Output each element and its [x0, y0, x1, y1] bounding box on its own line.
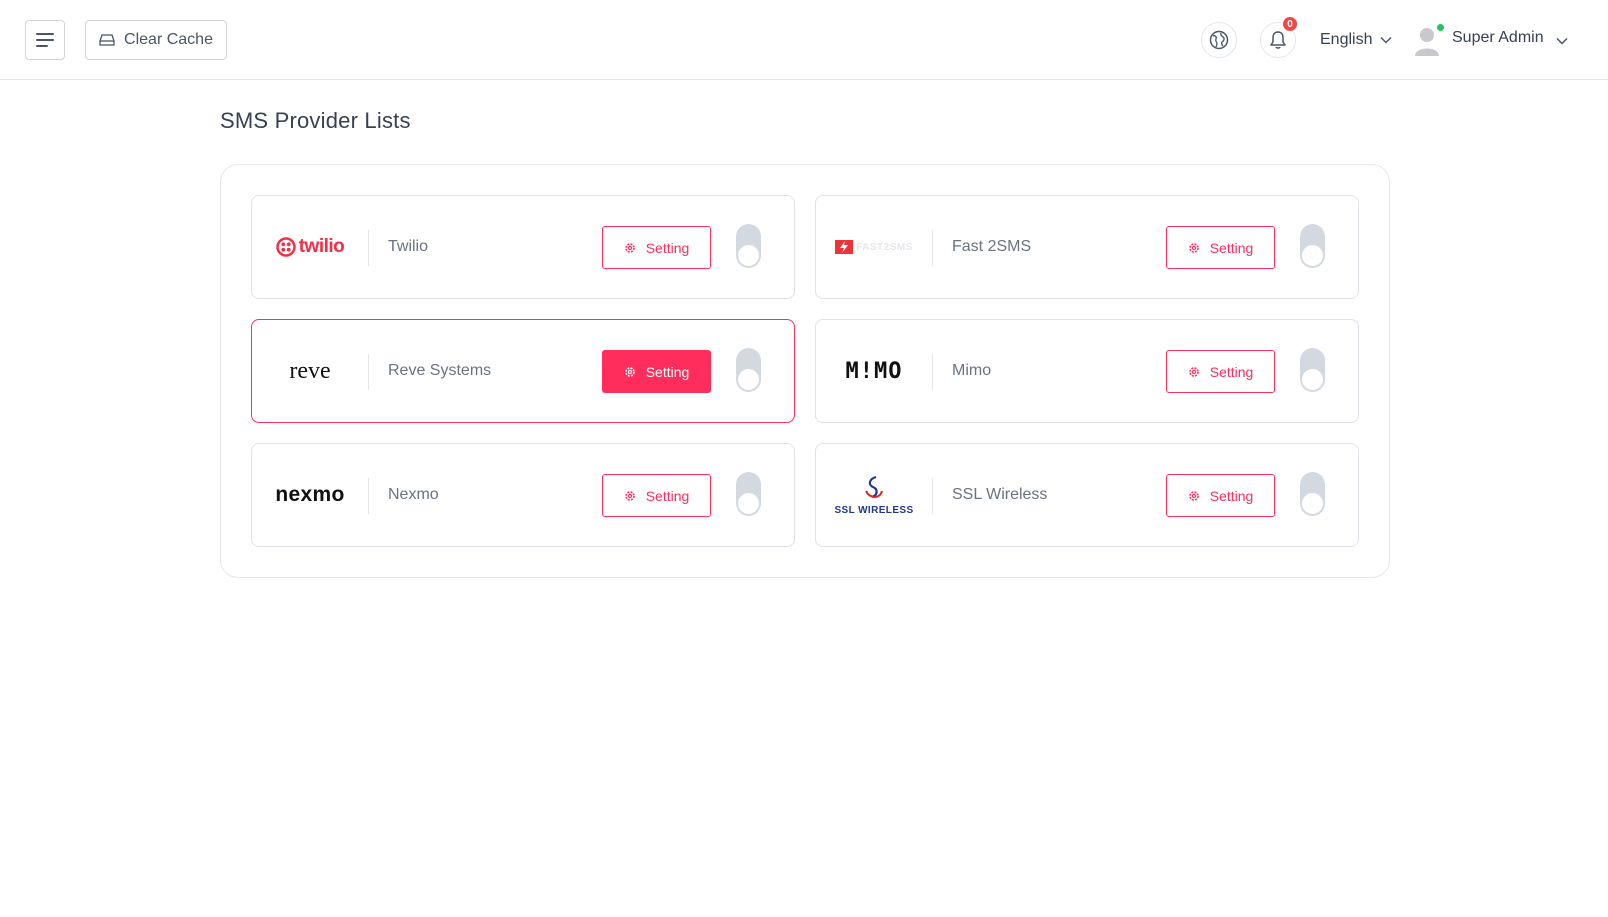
reve-logo: reve — [270, 348, 350, 394]
website-button[interactable] — [1201, 22, 1237, 58]
ssl-wireless-logo-text: SSL WIRELESS — [834, 504, 914, 516]
fast2sms-status-toggle[interactable] — [1300, 224, 1325, 268]
reve-setting-button[interactable]: Setting — [602, 350, 711, 393]
reve-status-toggle[interactable] — [736, 348, 761, 392]
clear-cache-button[interactable]: Clear Cache — [85, 20, 227, 60]
toggle-knob — [1301, 244, 1324, 267]
gear-icon — [624, 490, 635, 501]
nexmo-logo-text: nexmo — [275, 483, 345, 506]
twilio-setting-button[interactable]: Setting — [602, 226, 711, 269]
provider-card-ssl-wireless: SSL WIRELESS SSL Wireless Setting — [815, 443, 1359, 547]
toggle-knob — [737, 368, 760, 391]
bell-icon — [1270, 31, 1286, 49]
gear-icon — [624, 366, 635, 377]
notification-count-badge: 0 — [1282, 16, 1298, 32]
provider-name: Nexmo — [388, 486, 439, 503]
setting-label: Setting — [645, 239, 690, 256]
provider-card-twilio: twilio Twilio Setting — [251, 195, 795, 299]
card-divider — [368, 230, 369, 266]
gear-icon — [624, 242, 635, 253]
provider-card-fast2sms: FAST2SMS Fast 2SMS Setting — [815, 195, 1359, 299]
provider-name: Twilio — [388, 238, 429, 255]
fast2sms-mark-icon — [835, 240, 854, 254]
menu-toggle-button[interactable] — [25, 20, 65, 60]
provider-card-mimo: M!MO Mimo Setting — [815, 319, 1359, 423]
reve-logo-text: reve — [289, 357, 331, 384]
nexmo-setting-button[interactable]: Setting — [602, 474, 711, 517]
provider-card-reve: reve Reve Systems Setting — [251, 319, 795, 423]
ssl-wireless-logo: SSL WIRELESS — [834, 472, 914, 518]
setting-label: Setting — [1209, 239, 1254, 256]
provider-card-nexmo: nexmo Nexmo Setting — [251, 443, 795, 547]
fast2sms-logo: FAST2SMS — [834, 224, 914, 270]
ssl-wireless-status-toggle[interactable] — [1300, 472, 1325, 516]
fast2sms-logo-text: FAST2SMS — [856, 241, 913, 253]
mimo-logo: M!MO — [834, 348, 914, 394]
card-divider — [368, 354, 369, 390]
mimo-setting-button[interactable]: Setting — [1166, 350, 1275, 393]
twilio-mark-icon — [275, 237, 296, 257]
hamburger-icon — [36, 33, 54, 47]
card-divider — [368, 478, 369, 514]
user-name: Super Admin — [1452, 29, 1544, 46]
card-divider — [932, 478, 933, 514]
provider-name: Fast 2SMS — [952, 238, 1032, 255]
notifications-button[interactable]: 0 — [1260, 16, 1298, 58]
nexmo-status-toggle[interactable] — [736, 472, 761, 516]
gear-icon — [1188, 366, 1199, 377]
gear-icon — [1188, 490, 1199, 501]
mimo-logo-text: M!MO — [845, 358, 903, 384]
provider-grid: twilio Twilio Setting FAST2SMS Fast 2SMS… — [251, 195, 1359, 547]
provider-name: Mimo — [952, 362, 992, 379]
ssl-wireless-setting-button[interactable]: Setting — [1166, 474, 1275, 517]
online-status-dot — [1437, 24, 1444, 31]
gear-icon — [1188, 242, 1199, 253]
card-divider — [932, 230, 933, 266]
user-menu[interactable]: Super Admin — [1414, 22, 1568, 58]
sms-provider-panel: twilio Twilio Setting FAST2SMS Fast 2SMS… — [220, 164, 1390, 578]
ssl-wireless-mark-icon — [865, 475, 883, 498]
provider-name: SSL Wireless — [952, 486, 1048, 503]
toggle-knob — [737, 244, 760, 267]
card-divider — [932, 354, 933, 390]
page-title: SMS Provider Lists — [220, 108, 411, 133]
drive-icon — [99, 34, 115, 46]
setting-label: Setting — [645, 487, 690, 504]
twilio-status-toggle[interactable] — [736, 224, 761, 268]
top-header: Clear Cache 0 English Super Admin — [0, 0, 1608, 80]
chevron-down-icon — [1380, 36, 1393, 44]
mimo-status-toggle[interactable] — [1300, 348, 1325, 392]
twilio-logo-text: twilio — [298, 236, 345, 257]
language-label: English — [1320, 31, 1373, 48]
language-select[interactable]: English — [1320, 28, 1393, 52]
nexmo-logo: nexmo — [270, 472, 350, 518]
provider-name: Reve Systems — [388, 362, 492, 379]
setting-label: Setting — [1209, 363, 1254, 380]
globe-icon — [1209, 30, 1229, 50]
setting-label: Setting — [645, 363, 690, 380]
toggle-knob — [1301, 368, 1324, 391]
avatar — [1414, 24, 1444, 56]
clear-cache-label: Clear Cache — [124, 31, 213, 48]
fast2sms-setting-button[interactable]: Setting — [1166, 226, 1275, 269]
setting-label: Setting — [1209, 487, 1254, 504]
chevron-down-icon — [1556, 37, 1568, 45]
toggle-knob — [737, 492, 760, 515]
toggle-knob — [1301, 492, 1324, 515]
user-avatar-icon — [1415, 28, 1439, 56]
twilio-logo: twilio — [270, 224, 350, 270]
